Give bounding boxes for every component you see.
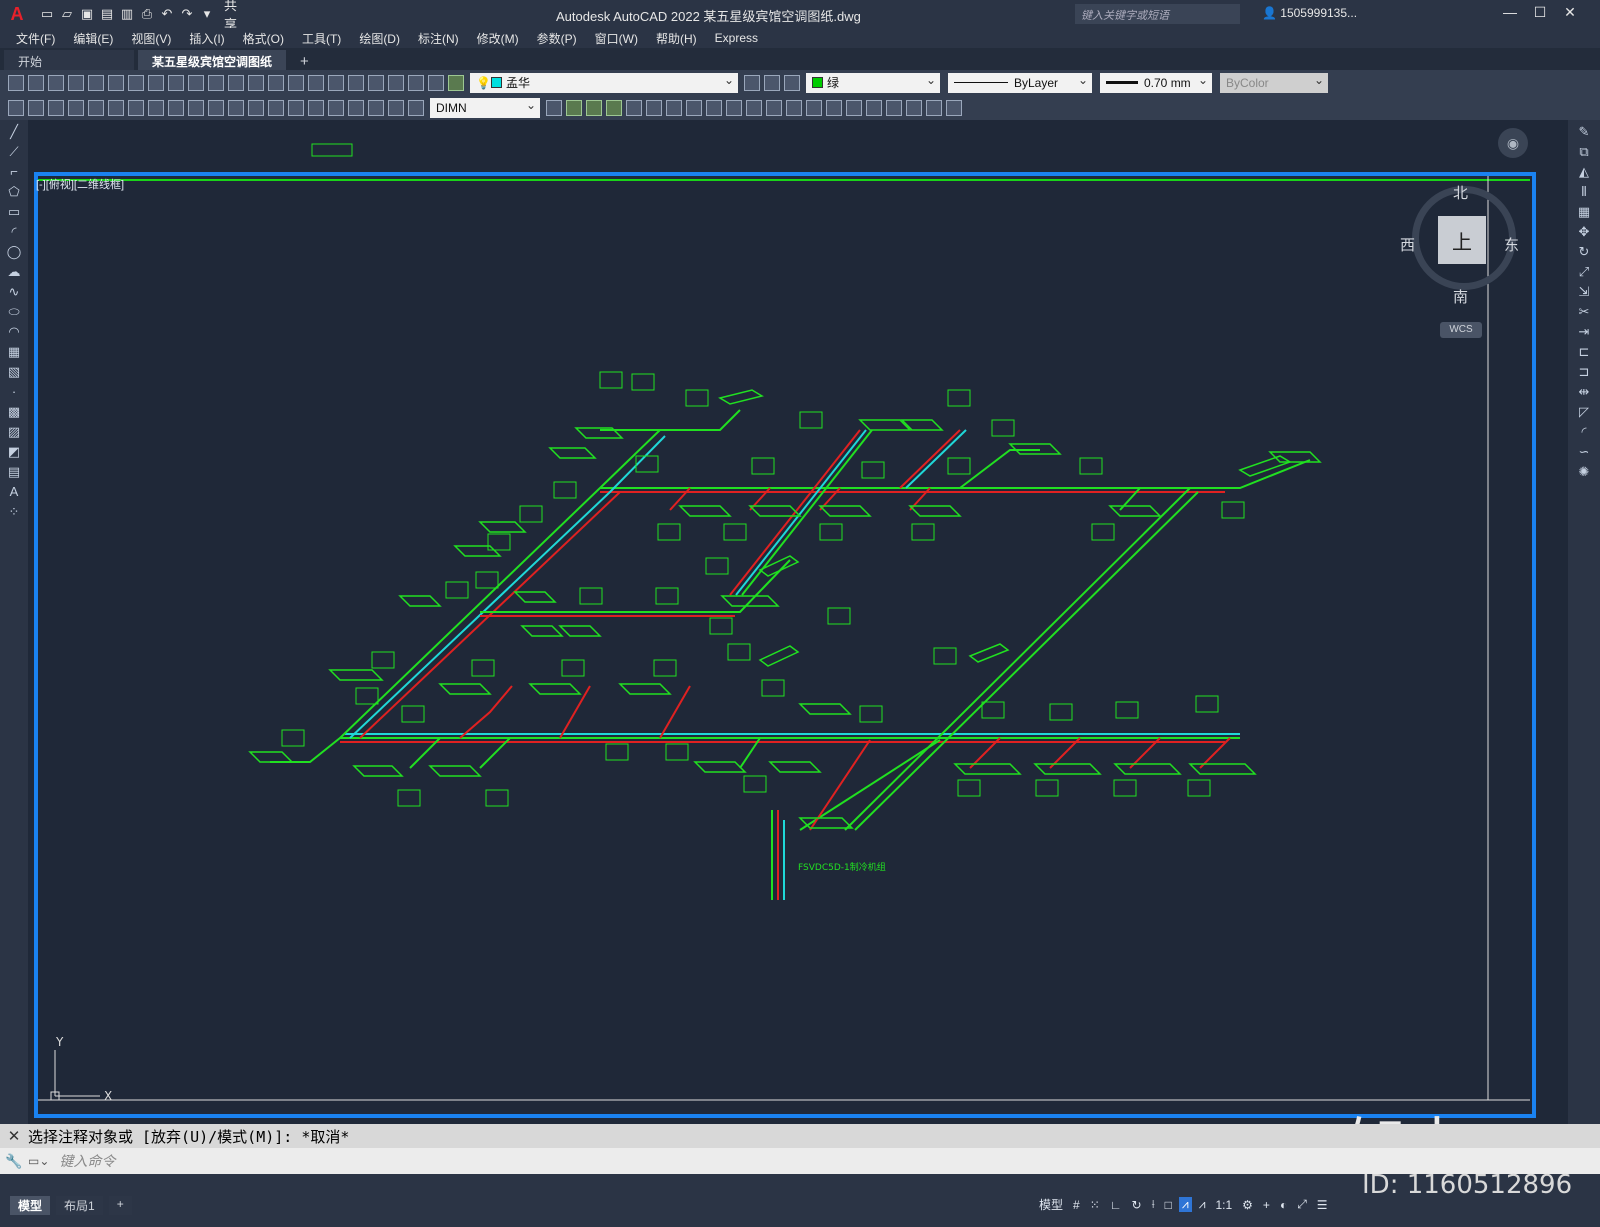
- command-history: ✕ 选择注释对象或 [放弃(U)/模式(M)]: *取消*: [0, 1124, 1600, 1148]
- top-small-block: [311, 143, 353, 157]
- workspace-gear-icon[interactable]: ⚙: [1239, 1198, 1256, 1212]
- command-input[interactable]: 键入命令: [59, 1151, 115, 1171]
- compass-south[interactable]: 南: [1453, 286, 1468, 307]
- viewcube-top[interactable]: 上: [1438, 216, 1486, 264]
- isodraft-icon[interactable]: ⟊: [1149, 1197, 1158, 1212]
- tab-layout1[interactable]: 布局1: [56, 1196, 103, 1215]
- isolate-icon[interactable]: ◐: [1277, 1198, 1290, 1212]
- viewport-frame[interactable]: [34, 172, 1536, 1118]
- watermark-id: ID: 1160512896: [1362, 1170, 1573, 1200]
- fullscreen-icon[interactable]: ⤢: [1294, 1197, 1310, 1212]
- annotation-scale[interactable]: 1:1: [1212, 1198, 1235, 1212]
- navigation-bar-icon[interactable]: ◉: [1498, 128, 1528, 158]
- status-bar: [0, 1174, 1600, 1227]
- close-icon[interactable]: ✕: [0, 1127, 28, 1145]
- grid-icon[interactable]: #: [1070, 1198, 1083, 1212]
- compass-east[interactable]: 东: [1504, 234, 1519, 255]
- osnap-icon[interactable]: □: [1162, 1198, 1175, 1212]
- layout-tabs: 模型 布局1 +: [10, 1196, 132, 1215]
- customize-icon[interactable]: ☰: [1314, 1198, 1331, 1212]
- plus-icon[interactable]: +: [1260, 1198, 1273, 1212]
- autoscale-icon[interactable]: ⩘: [1196, 1197, 1209, 1212]
- wcs-dropdown[interactable]: WCS: [1440, 322, 1482, 338]
- polar-icon[interactable]: ↻: [1129, 1198, 1145, 1212]
- command-input-bar[interactable]: 🔧 ▭⌄ 键入命令: [0, 1148, 1600, 1174]
- viewport-controls[interactable]: [-][俯视][二维线框]: [36, 176, 124, 192]
- ortho-icon[interactable]: ∟: [1107, 1198, 1125, 1212]
- command-prompt-icon[interactable]: ▭⌄: [28, 1154, 49, 1168]
- compass-west[interactable]: 西: [1400, 234, 1415, 255]
- model-space-button[interactable]: 模型: [1036, 1196, 1066, 1213]
- annotation-visibility-icon[interactable]: ⩘: [1178, 1197, 1192, 1212]
- add-layout-icon[interactable]: +: [108, 1196, 132, 1215]
- status-toggles: 模型 # ⁙ ∟ ↻ ⟊ □ ⩘ ⩘ 1:1 ⚙ + ◐ ⤢ ☰: [1036, 1196, 1331, 1213]
- compass-north[interactable]: 北: [1453, 182, 1468, 203]
- tab-model[interactable]: 模型: [10, 1196, 51, 1215]
- snap-icon[interactable]: ⁙: [1087, 1198, 1103, 1212]
- command-history-text: 选择注释对象或 [放弃(U)/模式(M)]: *取消*: [28, 1127, 350, 1146]
- wrench-icon[interactable]: 🔧: [0, 1153, 28, 1170]
